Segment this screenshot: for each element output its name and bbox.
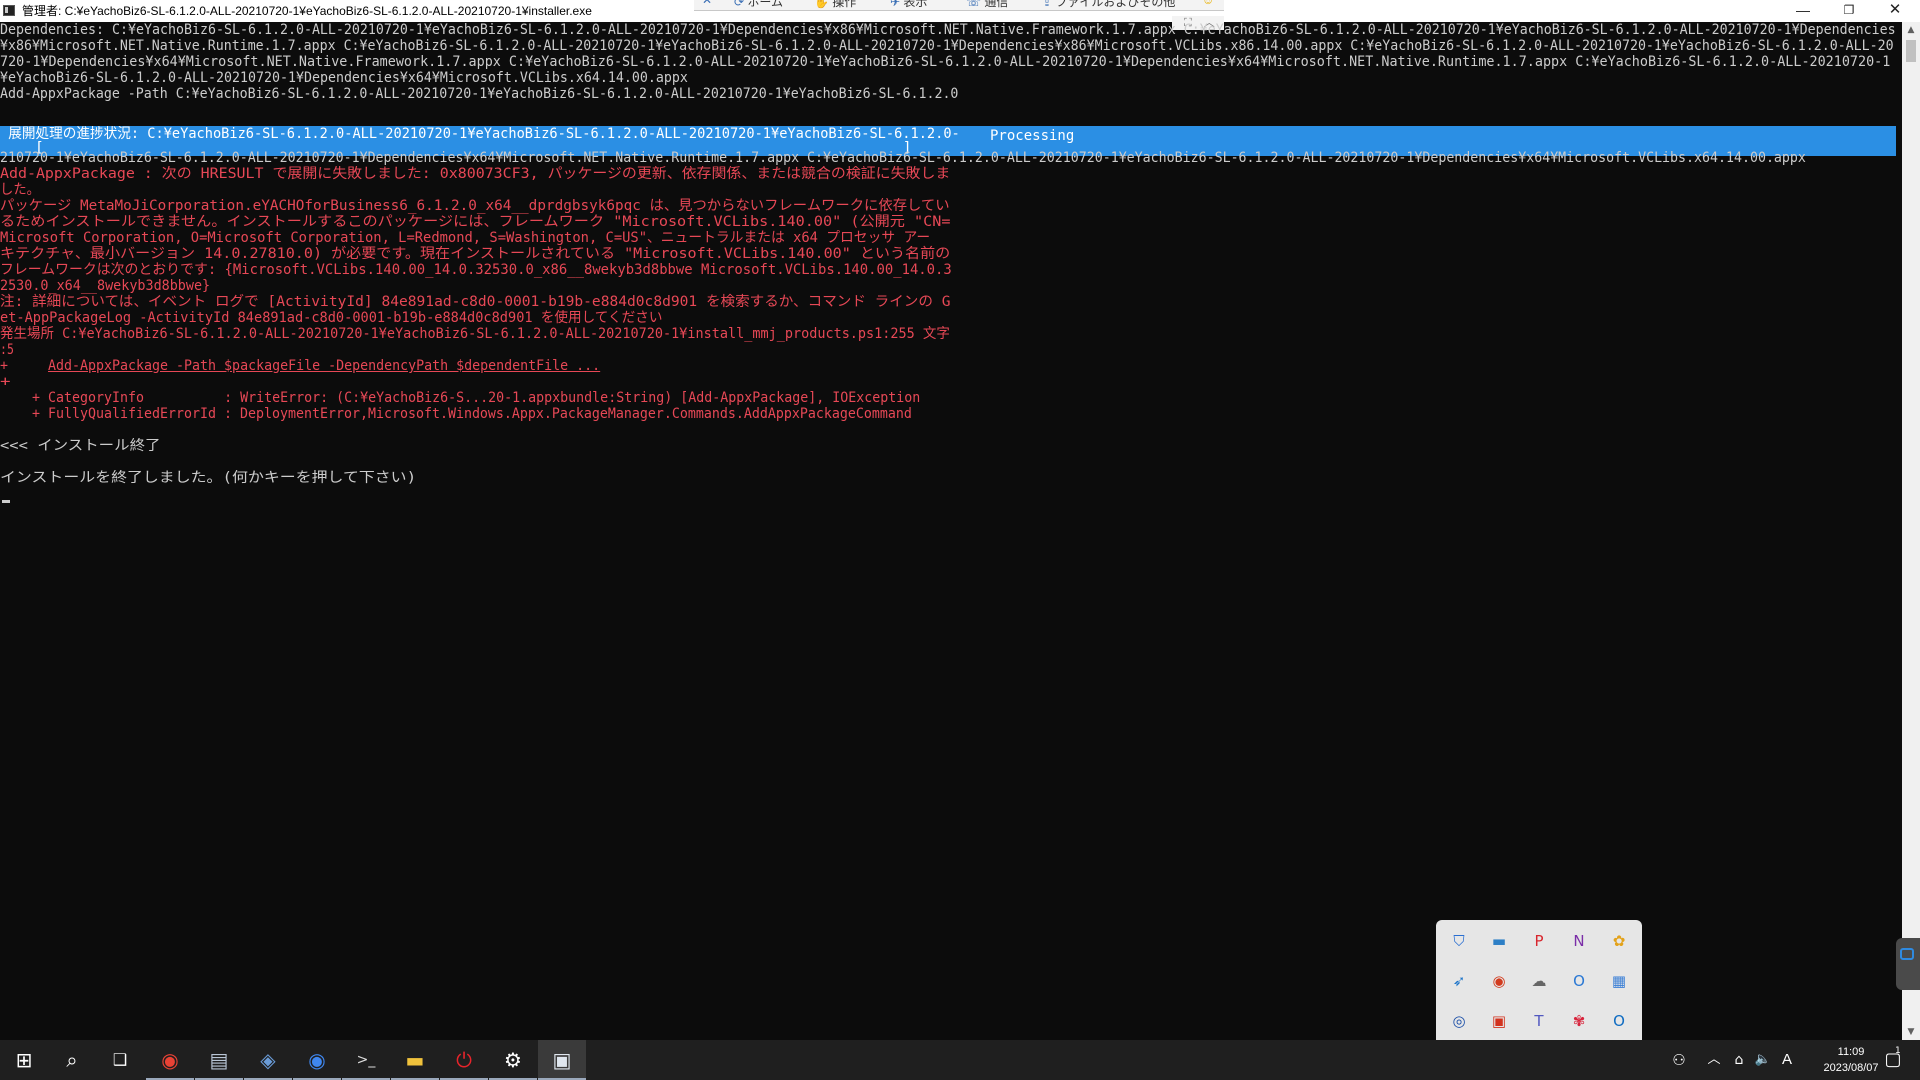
restore-button[interactable]: ❐ [1826,0,1872,22]
console-line: et-AppPackageLog -ActivityId 84e891ad-c8… [0,310,663,326]
task-view-button[interactable]: ❑ [96,1040,144,1080]
rd-smiley-item[interactable]: ☺ [1202,0,1214,7]
taskbar: ⊞ ⌕ ❑ ◉ ▤ ◈ ◉ >_ ▬ ⏻ ⚙ ▣ ⚇ ︿ ⌂ 🔈 A 11:09 2023/08… [0,1040,1920,1080]
console-line: 720-1¥Dependencies¥x64¥Microsoft.NET.Nat… [0,54,1891,70]
console-line: + [0,374,11,390]
view-icon: ✈ [890,0,901,9]
windows-logo-icon: ⊞ [15,1048,33,1072]
close-button[interactable]: ✕ [1872,0,1918,22]
network-app-icon[interactable]: ◎ [1448,1010,1470,1032]
scroll-thumb[interactable] [1906,40,1916,62]
progress-status: Processing [990,128,1075,144]
console-line: キテクチャ、最小バージョン 14.0.27810.0) が必要です。現在インスト… [0,246,951,262]
smiley-icon: ☺ [1202,0,1215,7]
refresh-icon: ⟳ [734,0,745,9]
scroll-up-icon[interactable]: ▲ [1902,22,1920,38]
show-hidden-icons-button[interactable]: ︿ [1700,1040,1728,1080]
network-button[interactable]: ⌂ [1728,1040,1750,1080]
settings-icon[interactable]: ⚙ [489,1040,537,1080]
console-line: :5 [0,342,14,358]
remote-control-toolbar: ✕ ⟳ ホーム ✋ 操作 ✈ 表示 ☏ 通信 ⇪ ファイルおよびその他 ☺ [694,0,1224,11]
console-line: るためインストールできません。インストールするこのパッケージには、フレームワーク… [0,214,951,230]
display-icon[interactable]: ▬ [1488,930,1510,952]
rd-control-item[interactable]: ✋ 操作 [814,0,856,10]
rd-comm-label: 通信 [984,0,1009,9]
power-app-icon[interactable]: ⏻ [440,1040,488,1080]
teams-icon[interactable]: T [1528,1010,1550,1032]
minimize-button[interactable]: — [1780,0,1826,22]
onenote-icon[interactable]: N [1568,930,1590,952]
console-output[interactable]: 展開処理の進捗状況: C:¥eYachoBiz6-SL-6.1.2.0-ALL-… [0,22,1900,1040]
console-line: 注: 詳細については、イベント ログで [ActivityId] 84e891a… [0,294,951,310]
console-line: Add-AppxPackage : 次の HRESULT で展開に失敗しました:… [0,166,951,182]
console-line: フレームワークは次のとおりです: {Microsoft.VCLibs.140.0… [0,262,952,278]
terminal-icon[interactable]: >_ [342,1040,390,1080]
rd-files-item[interactable]: ⇪ ファイルおよびその他 [1042,0,1175,10]
pdf-app-icon[interactable]: P [1528,930,1550,952]
chrome-profile-icon[interactable]: ◉ [293,1040,341,1080]
console-window-icon[interactable]: ▣ [538,1040,586,1080]
search-icon: ⌕ [66,1048,78,1072]
network-icon: ⌂ [1734,1052,1744,1068]
console-scrollbar[interactable]: ▲ ▼ [1902,22,1920,1040]
console-line: <<< インストール終了 [0,438,161,454]
cloud-drive-icon[interactable]: ☁ [1528,970,1550,992]
volume-button[interactable]: 🔈 [1750,1040,1776,1080]
window-title: 管理者: C:¥eYachoBiz6-SL-6.1.2.0-ALL-202107… [22,4,592,18]
console-line: ¥eYachoBiz6-SL-6.1.2.0-ALL-20210720-1¥De… [0,70,688,86]
remote-session-side-tab[interactable] [1896,938,1920,990]
explorer-printer-icon[interactable]: ▤ [195,1040,243,1080]
people-icon: ⚇ [1672,1051,1686,1069]
rd-comm-item[interactable]: ☏ 通信 [966,0,1008,10]
task-view-icon: ❑ [112,1050,128,1069]
console-line: + Add-AppxPackage -Path $packageFile -De… [0,358,601,374]
scroll-down-icon[interactable]: ▼ [1902,1024,1920,1040]
outlook-calendar-icon[interactable]: O [1568,970,1590,992]
console-line: Add-AppxPackage -Path C:¥eYachoBiz6-SL-6… [0,86,959,102]
console-line: 210720-1¥eYachoBiz6-SL-6.1.2.0-ALL-20210… [0,150,1806,166]
defender-shield-icon[interactable]: ⛉ [1448,930,1470,952]
rd-control-label: 操作 [832,0,857,9]
console-line: パッケージ MetaMoJiCorporation.eYACHOforBusin… [0,198,950,214]
console-app-icon [3,5,15,16]
search-button[interactable]: ⌕ [48,1040,96,1080]
console-line: 2530.0_x64__8wekyb3d8bbwe} [0,278,211,294]
people-button[interactable]: ⚇ [1664,1040,1694,1080]
file-transfer-icon: ⇪ [1042,0,1053,9]
console-line: Dependencies: C:¥eYachoBiz6-SL-6.1.2.0-A… [0,22,1896,38]
outlook-icon[interactable]: O [1608,1010,1630,1032]
file-explorer-icon[interactable]: ▬ [391,1040,439,1080]
app-frame-icon[interactable]: ◈ [244,1040,292,1080]
video-app-icon[interactable]: ◉ [1488,970,1510,992]
chrome-taskbar-icon[interactable]: ◉ [146,1040,194,1080]
sync-app-icon[interactable]: ✿ [1608,930,1630,952]
gift-app-icon[interactable]: ▣ [1488,1010,1510,1032]
chevron-up-icon: ︿ [1707,1052,1721,1067]
rd-files-label: ファイルおよびその他 [1055,0,1176,9]
console-line: + CategoryInfo : WriteError: (C:¥eYachoB… [0,390,921,406]
rd-close-item[interactable]: ✕ [702,0,712,7]
notification-count: 1 [1895,1046,1901,1056]
rd-home-label: ホーム [747,0,784,9]
bird-app-icon[interactable]: ➶ [1448,970,1470,992]
console-line: Microsoft Corporation, O=Microsoft Corpo… [0,230,931,246]
console-line: 発生場所 C:¥eYachoBiz6-SL-6.1.2.0-ALL-202107… [0,326,950,342]
phone-icon: ☏ [966,0,982,9]
close-icon: ✕ [702,0,713,7]
start-button[interactable]: ⊞ [0,1040,48,1080]
volume-icon: 🔈 [1754,1052,1772,1067]
console-line: + FullyQualifiedErrorId : DeploymentErro… [0,406,912,422]
notification-center-button[interactable]: ▢ 1 [1878,1040,1908,1080]
console-line: した。 [0,182,40,198]
console-line: ¥x86¥Microsoft.NET.Native.Runtime.1.7.ap… [0,38,1894,54]
rd-view-label: 表示 [903,0,928,9]
hand-icon: ✋ [814,0,829,9]
flower-app-icon[interactable]: ✾ [1568,1010,1590,1032]
grid-app-icon[interactable]: ▦ [1608,970,1630,992]
console-line: インストールを終了しました。(何かキーを押して下さい) [0,470,417,486]
text-cursor [2,500,10,503]
ime-indicator[interactable]: A [1776,1040,1798,1080]
rd-view-item[interactable]: ✈ 表示 [890,0,927,10]
rd-home-item[interactable]: ⟳ ホーム [734,0,783,10]
